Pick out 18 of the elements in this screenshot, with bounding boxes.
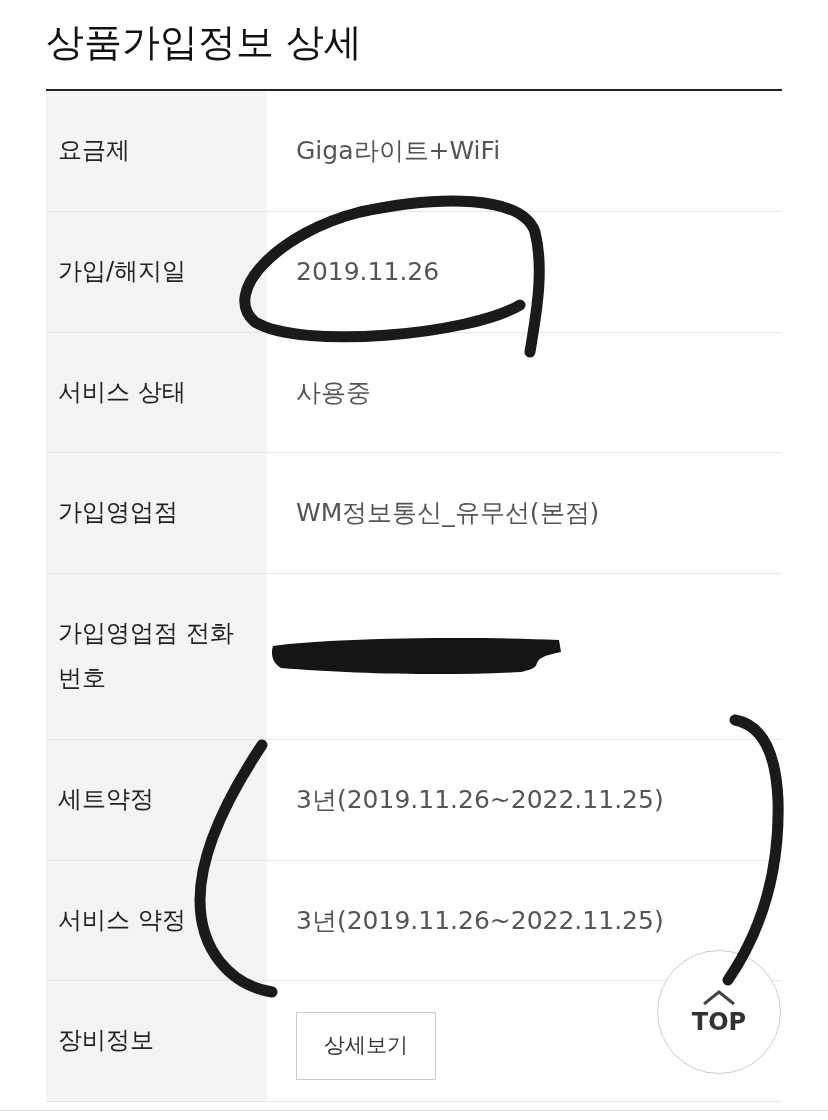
row-label: 서비스 상태 xyxy=(58,376,186,408)
row-label: 가입/해지일 xyxy=(58,256,187,287)
row-value: 3년(2019.11.26~2022.11.25) xyxy=(296,784,664,816)
caret-up-icon xyxy=(702,990,736,1006)
detail-button[interactable]: 상세보기 xyxy=(296,1011,436,1080)
row-label: 서비스 약정 xyxy=(58,904,186,936)
row-value: 3년(2019.11.26~2022.11.25) xyxy=(296,904,664,937)
row-label: 장비정보 xyxy=(58,1025,154,1057)
row-value: 2019.11.26 xyxy=(296,256,440,289)
row-value: 사용중 xyxy=(296,376,371,409)
row-value: Giga라이트+WiFi xyxy=(296,135,501,168)
page-title: 상품가입정보 상세 xyxy=(46,19,364,66)
top-button[interactable]: TOP xyxy=(657,950,781,1074)
row-label: 가입영업점 xyxy=(58,497,178,529)
row-label: 요금제 xyxy=(58,135,130,167)
row-label: 세트약정 xyxy=(58,783,154,815)
row-value: WM정보통신_유무선(본점) xyxy=(296,497,600,530)
row-label: 가입영업점 전화번호 xyxy=(58,617,235,695)
